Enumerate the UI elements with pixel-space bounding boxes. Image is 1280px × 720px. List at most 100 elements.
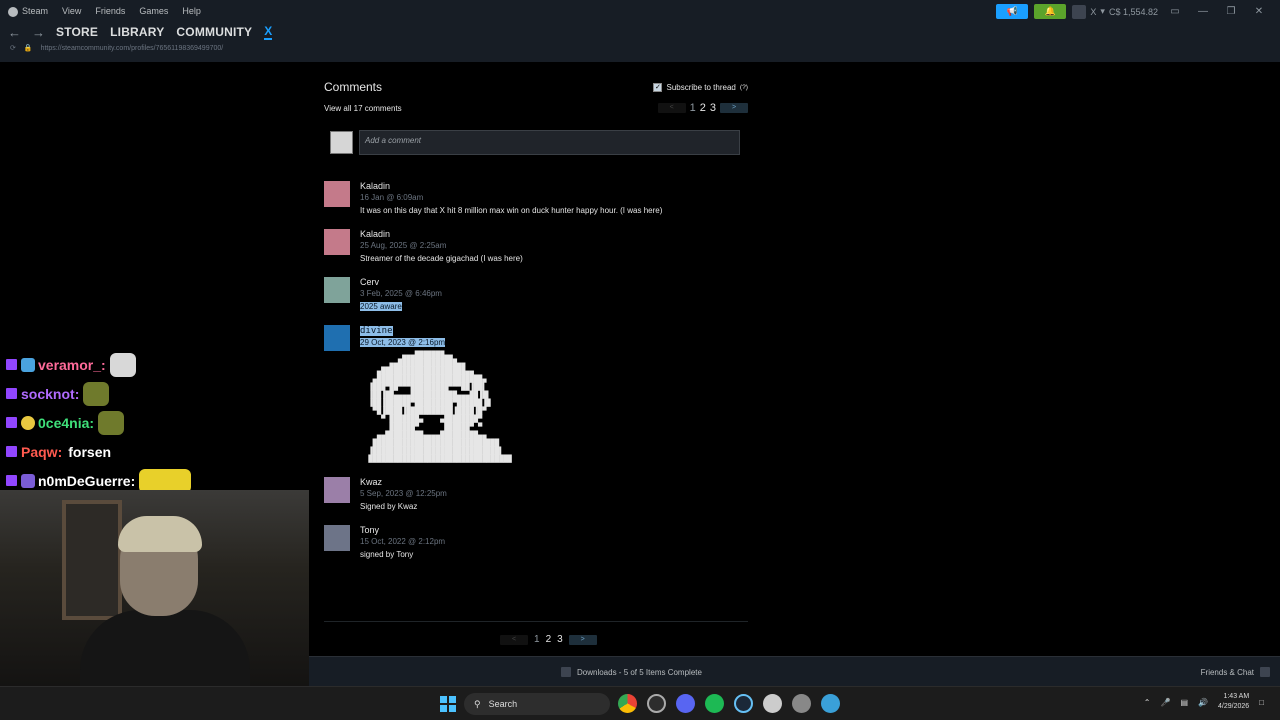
settings-icon[interactable] — [792, 694, 811, 713]
streamer-image — [80, 516, 250, 686]
chat-message: veramor_: — [6, 350, 306, 379]
avatar[interactable] — [324, 477, 350, 503]
avatar[interactable] — [324, 229, 350, 255]
chat-colon: : — [74, 385, 80, 402]
next-page-button[interactable]: > — [568, 634, 597, 645]
avatar[interactable] — [324, 277, 350, 303]
comment-text: signed by Tony — [360, 550, 414, 559]
badge-icon — [21, 357, 35, 372]
windows-taskbar: ⚲ Search ⌃ 🎤 ▤ 🔊 1:43 AM 4/29/2026 □ — [0, 686, 1280, 720]
downloads-status[interactable]: Downloads - 5 of 5 Items Complete — [561, 667, 702, 677]
notifications-button[interactable]: 🔔 — [1034, 4, 1067, 19]
friends-label: Friends & Chat — [1200, 667, 1254, 677]
taskbar-search[interactable]: ⚲ Search — [464, 693, 610, 715]
page-1[interactable]: 1 — [534, 634, 540, 645]
comment-date: 3 Feb, 2025 @ 6:46pm — [360, 289, 442, 298]
comment-author[interactable]: divine — [360, 326, 393, 336]
subscribe-checkbox[interactable]: ✓ Subscribe to thread (?) — [653, 82, 748, 92]
twitch-icon — [6, 417, 17, 428]
chevron-up-icon[interactable]: ⌃ — [1144, 698, 1151, 707]
comment-author[interactable]: Cerv — [360, 277, 442, 287]
notification-icon[interactable]: □ — [1259, 698, 1264, 707]
wallet-balance: C$ 1,554.82 — [1108, 6, 1158, 17]
page-3[interactable]: 3 — [557, 634, 563, 645]
close-icon[interactable]: ✕ — [1248, 6, 1270, 17]
add-comment-input[interactable]: Add a comment — [359, 130, 740, 155]
microphone-icon[interactable]: 🎤 — [1161, 698, 1171, 707]
bottom-pager: < 1 2 3 > — [500, 634, 597, 645]
volume-icon[interactable]: 🔊 — [1198, 698, 1208, 707]
avatar[interactable] — [324, 325, 350, 351]
view-all-comments-link[interactable]: View all 17 comments — [324, 104, 402, 113]
announcements-button[interactable]: 📢 — [996, 4, 1029, 19]
menu-item-view[interactable]: View — [62, 6, 81, 16]
chrome-icon[interactable] — [618, 694, 637, 713]
twitch-chat: veramor_: socknot: 0ce4nia: Paqw: forsen… — [6, 350, 306, 495]
big-picture-icon[interactable]: ▭ — [1164, 6, 1186, 17]
page-1[interactable]: 1 — [690, 102, 696, 114]
maximize-icon[interactable]: ❐ — [1220, 6, 1242, 17]
prev-page-button[interactable]: < — [500, 634, 528, 645]
subscribe-label: Subscribe to thread — [666, 82, 736, 92]
comments-subheader: View all 17 comments < 1 2 3 > — [324, 102, 748, 114]
tab-library[interactable]: LIBRARY — [110, 25, 164, 39]
steam-statusbar: Downloads - 5 of 5 Items Complete Friend… — [309, 656, 1280, 686]
top-right-controls: 📢 🔔 X ▾ C$ 1,554.82 ▭ — ❐ ✕ — [996, 4, 1270, 19]
menu-item-help[interactable]: Help — [182, 6, 201, 16]
emote-icon — [109, 352, 136, 377]
chat-username: socknot — [21, 385, 75, 402]
steam-icon[interactable] — [734, 694, 753, 713]
page-2[interactable]: 2 — [700, 102, 706, 114]
twitch-icon — [6, 359, 17, 370]
back-arrow-icon[interactable]: ← — [8, 25, 21, 40]
tab-store[interactable]: STORE — [56, 25, 98, 39]
comment-author[interactable]: Kaladin — [360, 229, 523, 239]
clock[interactable]: 1:43 AM 4/29/2026 — [1218, 692, 1249, 712]
friends-chat-button[interactable]: Friends & Chat — [1201, 667, 1270, 677]
forward-arrow-icon[interactable]: → — [32, 25, 45, 40]
tab-community[interactable]: COMMUNITY — [176, 25, 252, 39]
download-icon — [561, 667, 571, 677]
comment-date: 5 Sep, 2023 @ 12:25pm — [360, 489, 447, 498]
chat-message: Paqw: forsen — [6, 437, 306, 466]
help-link[interactable]: (?) — [740, 84, 748, 91]
comment-list: Kaladin 16 Jan @ 6:09am It was on this d… — [324, 181, 748, 559]
webcam-feed — [0, 490, 309, 686]
url-text[interactable]: https://steamcommunity.com/profiles/7656… — [41, 45, 224, 52]
app-icon[interactable] — [647, 694, 666, 713]
prev-page-button[interactable]: < — [657, 103, 686, 113]
comment-author[interactable]: Kaladin — [360, 181, 662, 191]
ascii-art-image: ▄▄▄███████▄▄ ▄▄██████████████▄▄ ▄███████… — [368, 351, 512, 463]
next-page-button[interactable]: > — [720, 103, 748, 113]
browser-icon[interactable] — [821, 694, 840, 713]
menu-item-steam[interactable]: Steam — [8, 6, 48, 17]
mouse-app-icon[interactable] — [763, 694, 782, 713]
chevron-down-icon: ▾ — [1100, 6, 1105, 16]
divider — [324, 621, 748, 622]
chat-username: n0mDeGuerre — [38, 472, 131, 489]
checkbox-checked-icon[interactable]: ✓ — [653, 82, 663, 92]
page-2[interactable]: 2 — [546, 634, 552, 645]
add-comment-row: Add a comment — [330, 130, 748, 155]
avatar[interactable] — [324, 181, 350, 207]
clock-date: 4/29/2026 — [1218, 703, 1250, 710]
network-icon[interactable]: ▤ — [1180, 698, 1188, 707]
comment-author[interactable]: Tony — [360, 525, 445, 535]
discord-icon[interactable] — [676, 694, 695, 713]
chat-username: 0ce4nia — [38, 414, 90, 431]
avatar[interactable] — [324, 525, 350, 551]
windows-start-icon[interactable] — [440, 696, 456, 712]
tab-profile[interactable]: X — [264, 24, 273, 40]
comment-text: It was on this day that X hit 8 million … — [360, 206, 663, 215]
comment-date: 16 Jan @ 6:09am — [360, 193, 424, 202]
reload-icon[interactable]: ⟳ — [10, 44, 16, 52]
menu-item-friends[interactable]: Friends — [95, 6, 125, 16]
spotify-icon[interactable] — [705, 694, 724, 713]
menu-item-games[interactable]: Games — [139, 6, 168, 16]
minimize-icon[interactable]: — — [1192, 6, 1214, 17]
chat-username: veramor_ — [38, 356, 102, 373]
account-menu[interactable]: X ▾ C$ 1,554.82 — [1072, 4, 1158, 19]
account-name: X — [1090, 6, 1097, 17]
comment-author[interactable]: Kwaz — [360, 477, 447, 487]
page-3[interactable]: 3 — [710, 102, 716, 114]
